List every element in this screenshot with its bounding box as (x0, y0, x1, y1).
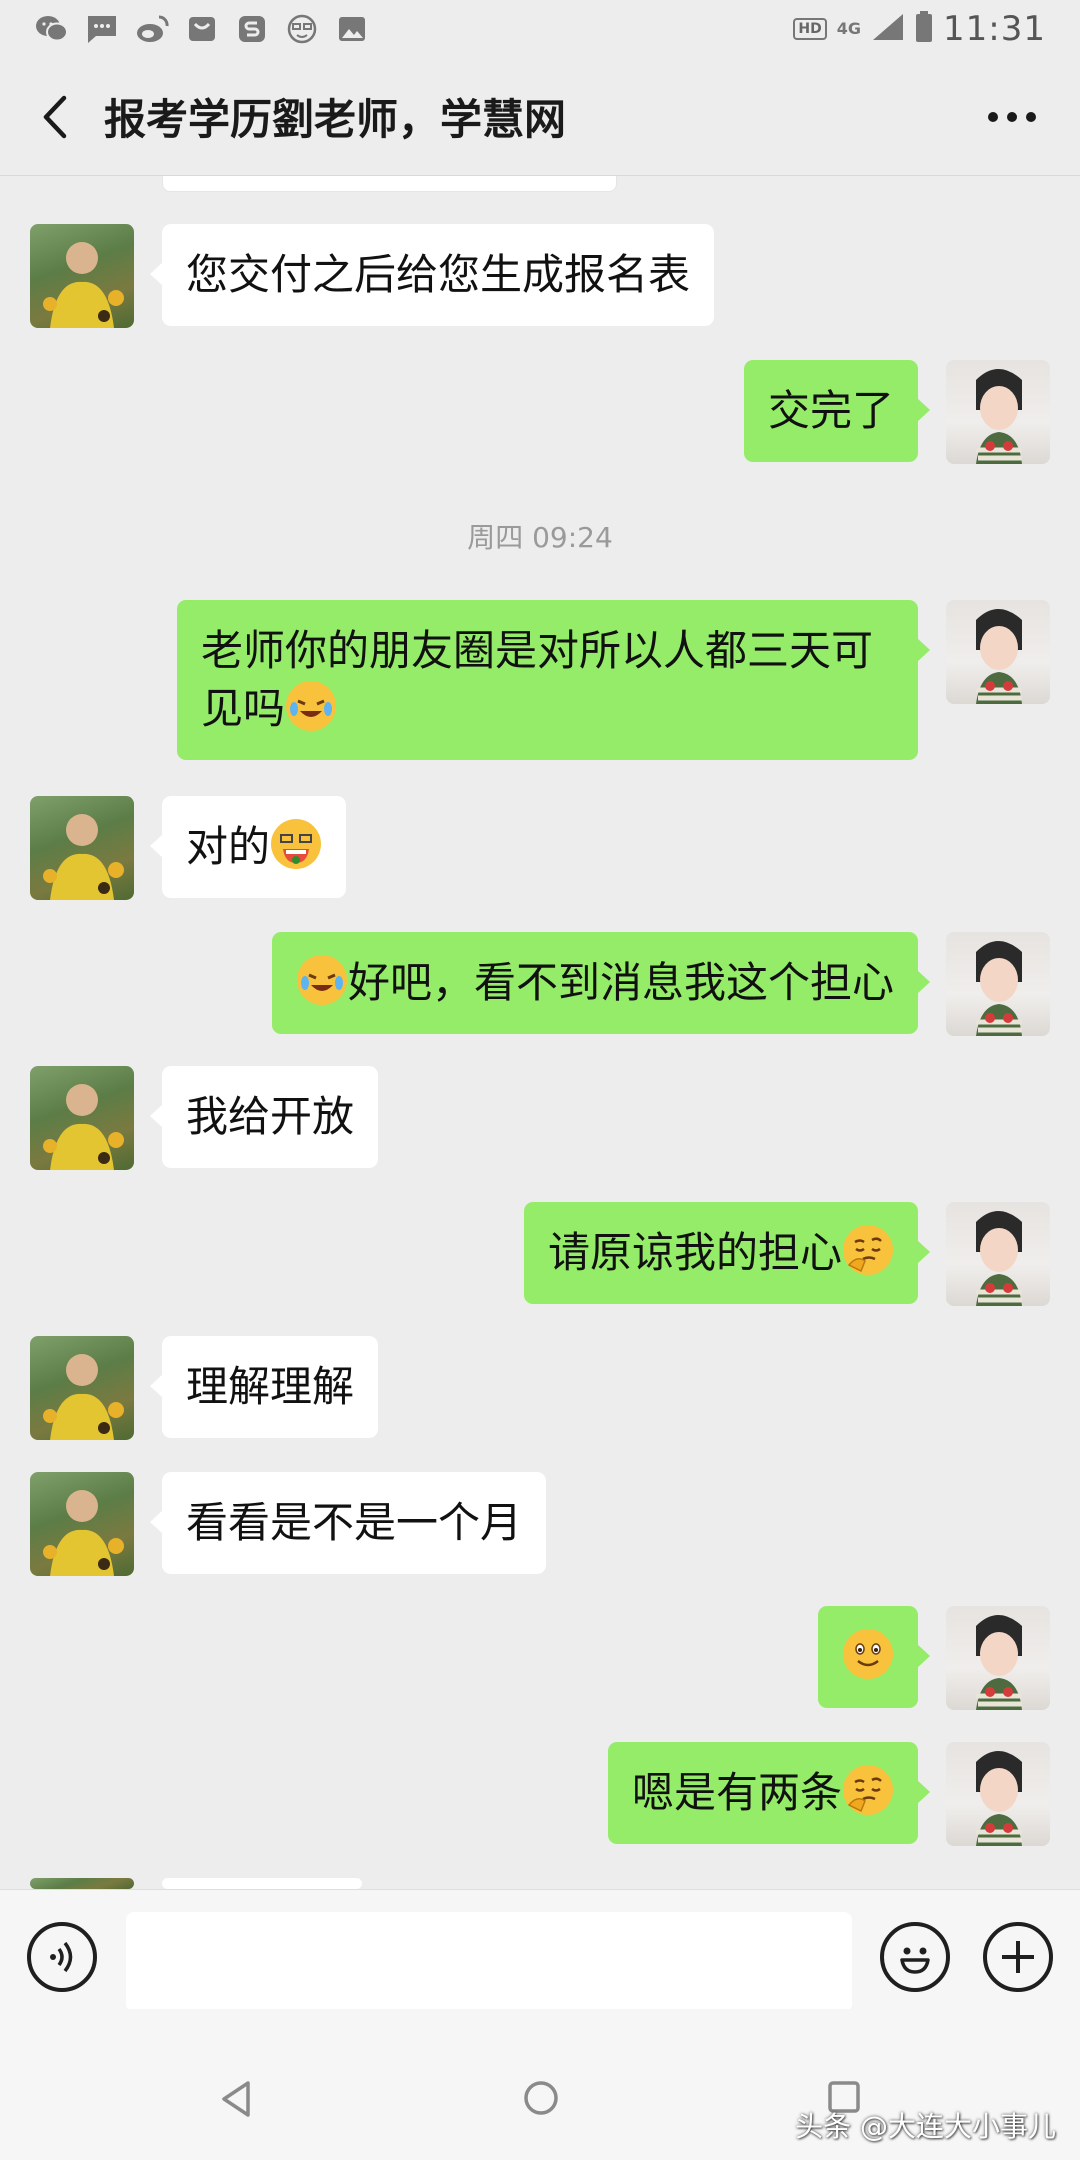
chevron-left-icon (43, 95, 67, 138)
message-text: 您交付之后给您生成报名表 (186, 250, 691, 299)
avatar-teacher[interactable] (30, 224, 134, 328)
signal-icon (871, 12, 905, 46)
laughing-crying-emoji-icon (286, 681, 337, 731)
watermark: 头条 @大连大小事儿 (795, 2110, 1056, 2143)
message-bubble[interactable]: 好吧，看不到消息我这个担心 (271, 932, 931, 1034)
avatar-me[interactable] (946, 932, 1050, 1036)
message-bubble-partial[interactable] (162, 1878, 362, 1889)
message-bubble[interactable]: 您交付之后给您生成报名表 (149, 224, 715, 326)
message-bubble[interactable]: 请原谅我的担心 (523, 1202, 931, 1304)
avatar-teacher[interactable] (30, 1878, 134, 1889)
circle-home-icon (524, 2081, 558, 2115)
message-text: 交完了 (767, 386, 894, 435)
image-icon (334, 13, 370, 45)
avatar-teacher[interactable] (30, 1472, 134, 1576)
voice-icon (50, 1941, 73, 1973)
message-text: 嗯是有两条 (631, 1768, 842, 1817)
avatar-me[interactable] (946, 600, 1050, 704)
system-nav-bar: 头条 @大连大小事儿 (0, 2009, 1080, 2160)
more-functions-button[interactable] (983, 1922, 1053, 1992)
avatar-teacher[interactable] (30, 1336, 134, 1440)
laughing-crying-emoji-icon (296, 955, 347, 1005)
chat-header: 报考学历劉老师，学慧网 (0, 58, 1080, 176)
message-bubble[interactable]: 理解理解 (149, 1336, 379, 1438)
message-bubble[interactable]: 老师你的朋友圈是对所以人都三天可见吗 (177, 600, 930, 760)
clock: 11:31 (943, 9, 1046, 49)
mail-icon (184, 13, 220, 45)
plus-icon (1002, 1941, 1034, 1973)
status-bar: HD 4G 11:31 (0, 0, 1080, 58)
chat-message-list[interactable]: 您交付之后给您生成报名表 交完了 周四 09:24 老师你的朋友圈是对所以人都三… (0, 176, 1080, 1889)
chat-title: 报考学历劉老师，学慧网 (104, 95, 567, 144)
avatar-me[interactable] (946, 1742, 1050, 1846)
notification-icons (34, 13, 370, 45)
input-bar (0, 1889, 1080, 2012)
message-text: 看看是不是一个月 (186, 1498, 523, 1547)
network-type: 4G (836, 19, 862, 38)
thinking-emoji-icon (843, 1225, 893, 1275)
more-options-button[interactable] (982, 87, 1042, 147)
voice-input-button[interactable] (27, 1922, 97, 1992)
face-glasses-icon (284, 13, 320, 45)
avatar-me[interactable] (946, 1202, 1050, 1306)
message-input[interactable] (126, 1912, 852, 2012)
timestamp: 周四 09:24 (467, 521, 613, 554)
wechat-icon (34, 13, 70, 45)
message-text: 我给开放 (186, 1092, 355, 1141)
hd-badge: HD (793, 18, 827, 40)
app-s-icon (234, 13, 270, 45)
nav-home-button[interactable] (522, 2079, 560, 2121)
message-text: 请原谅我的担心 (547, 1228, 842, 1277)
avatar-me[interactable] (946, 360, 1050, 464)
message-bubble-partial[interactable] (162, 176, 617, 192)
avatar-teacher[interactable] (30, 1066, 134, 1170)
system-status: HD 4G 11:31 (793, 9, 1046, 49)
weibo-icon (134, 13, 170, 45)
message-bubble[interactable]: 我给开放 (149, 1066, 379, 1168)
triangle-back-icon (222, 2081, 250, 2117)
smiley-icon (900, 1947, 930, 1974)
message-bubble[interactable]: 交完了 (743, 360, 931, 462)
grinning-emoji-icon (271, 819, 322, 869)
message-bubble[interactable] (818, 1606, 930, 1708)
smile-emoji-icon (843, 1629, 893, 1679)
message-bubble[interactable]: 对的 (149, 796, 347, 898)
message-text: 理解理解 (186, 1362, 355, 1411)
message-text: 好吧，看不到消息我这个担心 (347, 958, 894, 1007)
more-dots-icon (988, 111, 1036, 122)
nav-back-button[interactable] (218, 2079, 254, 2123)
message-bubble[interactable]: 嗯是有两条 (607, 1742, 931, 1844)
avatar-teacher[interactable] (30, 796, 134, 900)
message-icon (84, 13, 120, 45)
thinking-emoji-icon (843, 1765, 893, 1815)
avatar-me[interactable] (946, 1606, 1050, 1710)
message-text: 对的 (186, 822, 271, 871)
battery-icon (915, 11, 933, 47)
message-bubble[interactable]: 看看是不是一个月 (149, 1472, 547, 1574)
back-button[interactable] (10, 58, 100, 176)
emoji-button[interactable] (880, 1922, 950, 1992)
